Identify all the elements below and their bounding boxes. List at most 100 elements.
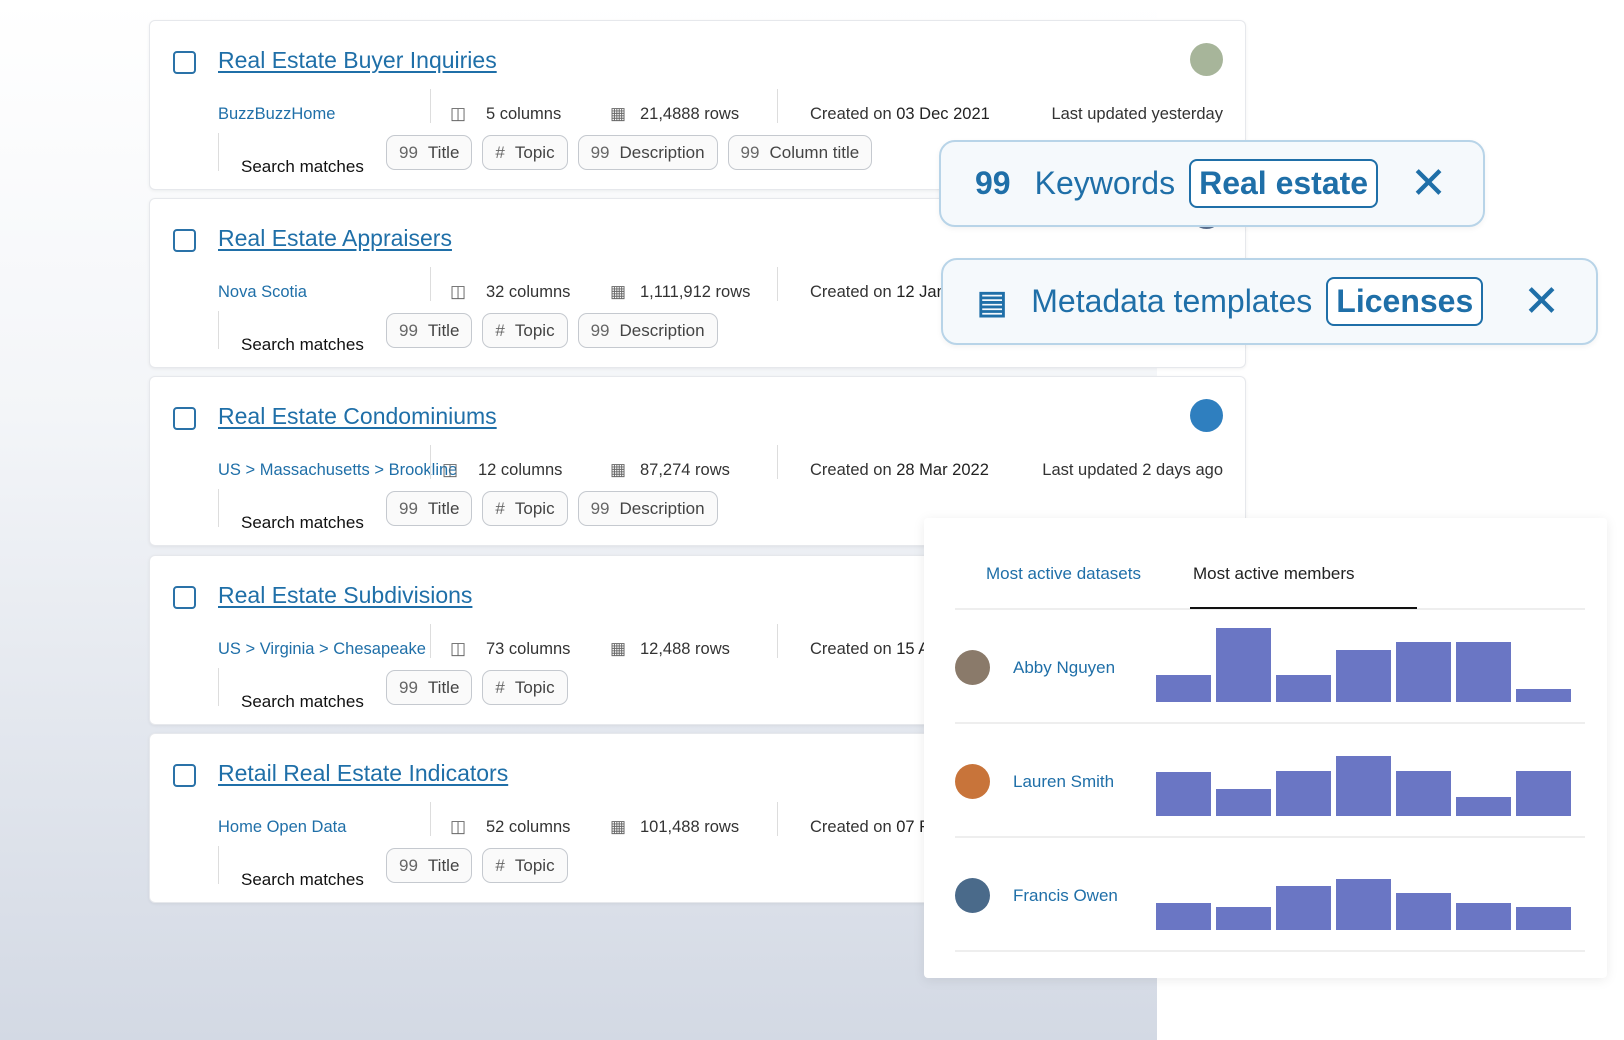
member-name-link[interactable]: Abby Nguyen (1013, 658, 1115, 678)
quote-icon: 99 (740, 142, 760, 162)
match-chip[interactable]: 99 Column title (727, 135, 873, 170)
source-link[interactable]: US > Massachusetts > Brookline (218, 461, 457, 480)
match-chip[interactable]: # Topic (482, 491, 568, 526)
quote-icon: 99 (975, 165, 1011, 201)
member-name-link[interactable]: Lauren Smith (1013, 772, 1114, 792)
filter-label: Keywords (1034, 165, 1176, 201)
divider (777, 267, 778, 301)
filter-value[interactable]: Licenses (1326, 277, 1484, 326)
match-chip[interactable]: # Topic (482, 848, 568, 883)
hash-icon: # (495, 677, 505, 697)
activity-bar (1276, 886, 1331, 930)
chip-label: Description (619, 142, 705, 162)
match-chip[interactable]: 99 Description (577, 491, 718, 526)
activity-panel: Most active datasets Most active members… (924, 518, 1607, 978)
activity-bar (1456, 902, 1511, 930)
activity-bar (1516, 770, 1571, 816)
active-tab-indicator (1190, 607, 1417, 609)
match-chip[interactable]: 99 Description (577, 135, 718, 170)
activity-bar (1276, 770, 1331, 816)
dataset-title-link[interactable]: Real Estate Condominiums (218, 403, 497, 430)
match-chip[interactable]: 99 Title (386, 135, 473, 170)
row-count: 21,4888 rows (640, 105, 740, 123)
activity-bar (1456, 641, 1511, 702)
select-checkbox[interactable] (173, 229, 196, 252)
source-link[interactable]: Home Open Data (218, 818, 346, 837)
filter-value[interactable]: Real estate (1189, 159, 1379, 208)
divider (430, 445, 431, 479)
rows-icon: ▦ (610, 282, 627, 301)
quote-icon: 99 (399, 855, 418, 875)
match-chips: 99 Title # Topic 99 Description (386, 491, 718, 526)
created-label: Created on (810, 640, 892, 658)
source-link[interactable]: BuzzBuzzHome (218, 105, 335, 124)
select-checkbox[interactable] (173, 51, 196, 74)
tab-most-active-datasets[interactable]: Most active datasets (986, 564, 1141, 584)
select-checkbox[interactable] (173, 764, 196, 787)
quote-icon: 99 (590, 320, 610, 340)
dataset-title-link[interactable]: Retail Real Estate Indicators (218, 760, 508, 787)
filter-pill: ▤ Metadata templates Licenses ✕ (941, 258, 1598, 345)
created-label: Created on (810, 818, 892, 836)
avatar (955, 650, 990, 685)
member-row: Lauren Smith (955, 724, 1585, 838)
close-icon[interactable]: ✕ (1523, 276, 1560, 327)
select-checkbox[interactable] (173, 586, 196, 609)
columns-icon: ◫ (450, 104, 467, 123)
match-chip[interactable]: 99 Title (386, 848, 473, 883)
last-updated: Last updated yesterday (1051, 105, 1223, 123)
dataset-title-link[interactable]: Real Estate Buyer Inquiries (218, 47, 497, 74)
divider (777, 445, 778, 479)
quote-icon: 99 (399, 498, 418, 518)
match-chips: 99 Title # Topic 99 Description (386, 313, 718, 348)
search-matches-label: Search matches (241, 335, 364, 354)
close-icon[interactable]: ✕ (1410, 158, 1447, 209)
member-name-link[interactable]: Francis Owen (1013, 886, 1118, 906)
match-chip[interactable]: # Topic (482, 670, 568, 705)
row-count: 1,111,912 rows (640, 283, 751, 301)
chip-label: Topic (514, 677, 555, 697)
activity-bar (1156, 902, 1211, 930)
created-label: Created on (810, 105, 892, 123)
chip-label: Topic (514, 320, 555, 340)
source-link[interactable]: Nova Scotia (218, 283, 307, 302)
dataset-title-link[interactable]: Real Estate Appraisers (218, 225, 452, 252)
activity-bar (1336, 879, 1391, 930)
hash-icon: # (495, 498, 505, 518)
member-row: Francis Owen (955, 838, 1585, 952)
chip-label: Title (427, 677, 460, 697)
activity-bar (1516, 688, 1571, 702)
row-count: 101,488 rows (640, 818, 740, 836)
match-chip[interactable]: # Topic (482, 135, 568, 170)
match-chip[interactable]: 99 Title (386, 313, 473, 348)
activity-bars (1156, 736, 1571, 816)
column-count: 5 columns (486, 105, 562, 123)
match-chip[interactable]: 99 Title (386, 491, 473, 526)
hash-icon: # (495, 142, 505, 162)
columns-icon: ◫ (442, 460, 459, 479)
dataset-title-link[interactable]: Real Estate Subdivisions (218, 582, 472, 609)
match-chip[interactable]: # Topic (482, 313, 568, 348)
created-label: Created on (810, 461, 892, 479)
last-updated: Last updated 2 days ago (1042, 461, 1223, 479)
filter-pill: 99 Keywords Real estate ✕ (939, 140, 1485, 227)
activity-bar (1396, 770, 1451, 816)
source-link[interactable]: US > Virginia > Chesapeake (218, 640, 426, 659)
match-chip[interactable]: 99 Title (386, 670, 473, 705)
match-chip[interactable]: 99 Description (577, 313, 718, 348)
divider (218, 133, 219, 171)
rows-icon: ▦ (610, 460, 627, 479)
rows-icon: ▦ (610, 104, 627, 123)
select-checkbox[interactable] (173, 407, 196, 430)
quote-icon: 99 (399, 677, 418, 697)
activity-bar (1156, 772, 1211, 816)
avatar[interactable] (1190, 399, 1223, 432)
column-count: 12 columns (478, 461, 563, 479)
divider (218, 668, 219, 706)
member-row: Abby Nguyen (955, 610, 1585, 724)
row-count: 87,274 rows (640, 461, 730, 479)
tab-most-active-members[interactable]: Most active members (1193, 564, 1355, 584)
rows-icon: ▦ (610, 817, 627, 836)
activity-bar (1276, 674, 1331, 702)
avatar[interactable] (1190, 43, 1223, 76)
